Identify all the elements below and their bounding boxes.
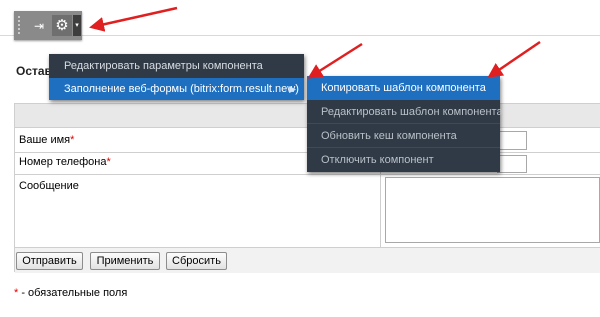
page-divider: [0, 35, 600, 36]
field-label-message: Сообщение: [19, 180, 79, 192]
row-divider: [14, 174, 600, 175]
annotation-arrow-menu: [307, 42, 363, 79]
field-label-phone: Номер телефона*: [19, 156, 111, 168]
drag-handle-icon[interactable]: [17, 15, 21, 36]
required-asterisk: *: [70, 134, 75, 146]
submit-button[interactable]: Отправить: [16, 252, 83, 270]
submenu-arrow-icon: ▶: [289, 84, 296, 94]
field-label-name: Ваше имя*: [19, 134, 75, 146]
reset-button[interactable]: Сбросить: [166, 252, 227, 270]
gear-icon[interactable]: ⚙: [52, 15, 72, 36]
caret-down-icon[interactable]: ▾: [73, 15, 81, 36]
pin-icon[interactable]: ⇥: [29, 17, 49, 35]
menu-item-copy-template[interactable]: Копировать шаблон компонента: [307, 76, 500, 100]
menu-item-web-form[interactable]: Заполнение веб-формы (bitrix:form.result…: [49, 78, 304, 100]
apply-button[interactable]: Применить: [90, 252, 160, 270]
menu-item-edit-params[interactable]: Редактировать параметры компонента: [49, 55, 304, 77]
component-submenu: Копировать шаблон компонента Редактирова…: [307, 76, 503, 172]
menu-item-edit-template[interactable]: Редактировать шаблон компонента: [307, 100, 503, 124]
menu-item-disable-component[interactable]: Отключить компонент: [307, 148, 500, 172]
component-context-menu: Редактировать параметры компонента Запол…: [49, 54, 304, 100]
menu-item-refresh-cache[interactable]: Обновить кеш компонента: [307, 124, 500, 148]
annotation-arrow-submenu: [487, 40, 541, 78]
annotation-arrow-toolbar: [89, 6, 178, 32]
required-fields-note: * - обязательные поля: [14, 287, 128, 299]
message-textarea[interactable]: [385, 177, 600, 243]
component-toolbar: ⇥ ⚙ ▾: [14, 11, 82, 40]
required-asterisk: *: [106, 156, 111, 168]
phone-input[interactable]: [497, 155, 527, 173]
name-input[interactable]: [497, 131, 527, 150]
